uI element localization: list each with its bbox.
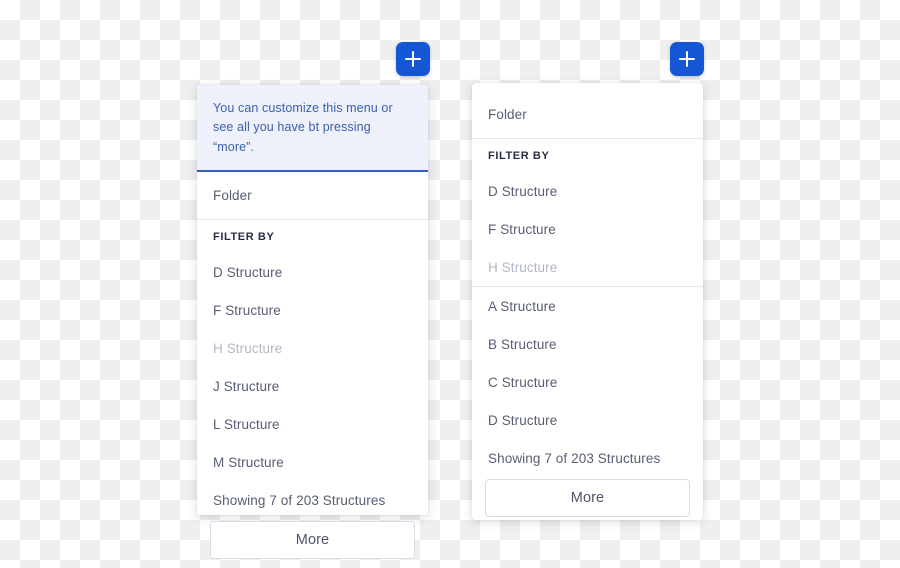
more-button-wrapper: More	[472, 477, 703, 517]
menu-item-label: D Structure	[488, 183, 558, 199]
list-item[interactable]: F Structure	[197, 291, 428, 329]
list-item-disabled: H Structure	[472, 248, 703, 286]
section-header-filter-by: FILTER BY	[213, 230, 275, 243]
list-item[interactable]: B Structure	[472, 325, 703, 363]
menu-item-label: B Structure	[488, 336, 557, 352]
list-item[interactable]: A Structure	[472, 287, 703, 325]
menu-item-label: M Structure	[213, 454, 284, 470]
list-item[interactable]: D Structure	[472, 172, 703, 210]
list-item[interactable]: L Structure	[197, 405, 428, 443]
menu-item-label: Folder	[488, 107, 527, 122]
plus-icon	[412, 51, 414, 67]
results-count-text: Showing 7 of 203 Structures	[213, 492, 386, 508]
menu-item-label: F Structure	[488, 221, 556, 237]
list-item[interactable]: D Structure	[472, 401, 703, 439]
menu-item-label: D Structure	[213, 264, 283, 280]
screenshot-canvas: You can customize this menu or see all y…	[0, 0, 900, 568]
more-button-wrapper: More	[197, 519, 428, 560]
list-item[interactable]: J Structure	[197, 367, 428, 405]
panel-top-spacer	[472, 83, 703, 91]
menu-item-label: H Structure	[488, 259, 558, 275]
menu-item-label: H Structure	[213, 340, 283, 356]
menu-item-label: L Structure	[213, 416, 280, 432]
list-item[interactable]: D Structure	[197, 253, 428, 291]
plus-icon	[686, 51, 688, 67]
menu-item-label: A Structure	[488, 298, 556, 314]
add-button-left[interactable]	[396, 42, 430, 76]
list-item[interactable]: M Structure	[197, 443, 428, 481]
menu-item-label: J Structure	[213, 378, 280, 394]
menu-item-label: Folder	[213, 188, 252, 204]
menu-item-label: D Structure	[488, 412, 558, 428]
menu-item-label: F Structure	[213, 302, 281, 318]
list-item[interactable]: C Structure	[472, 363, 703, 401]
menu-item-folder[interactable]: Folder	[472, 91, 703, 138]
more-button[interactable]: More	[210, 521, 415, 560]
results-count-text: Showing 7 of 203 Structures	[488, 450, 661, 466]
customize-hint-banner: You can customize this menu or see all y…	[197, 85, 428, 173]
menu-item-label: C Structure	[488, 374, 558, 390]
dropdown-menu-right: Folder FILTER BY D Structure F Structure…	[472, 83, 703, 520]
dropdown-menu-left: You can customize this menu or see all y…	[197, 85, 428, 560]
section-header-filter-by: FILTER BY	[488, 149, 550, 162]
more-button[interactable]: More	[485, 479, 690, 517]
list-item[interactable]: F Structure	[472, 210, 703, 248]
add-button-right[interactable]	[670, 42, 704, 76]
menu-item-folder[interactable]: Folder	[197, 172, 428, 219]
list-item-disabled: H Structure	[197, 329, 428, 367]
